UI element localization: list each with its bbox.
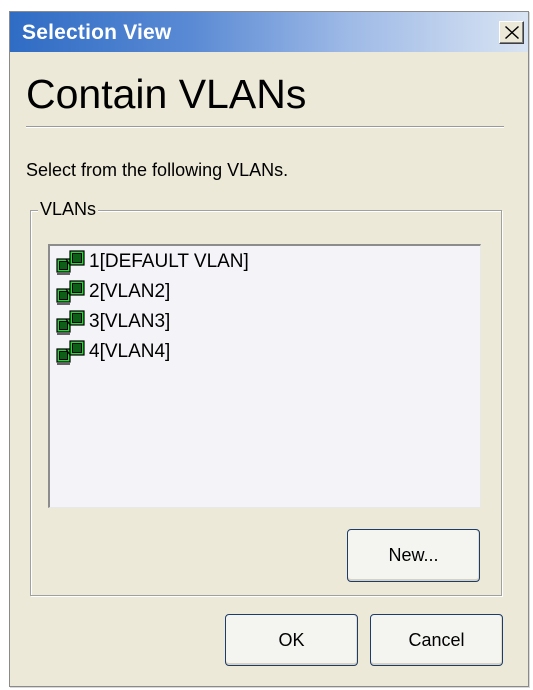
list-item[interactable]: 3[VLAN3]	[56, 307, 170, 337]
list-item[interactable]: 4[VLAN4]	[56, 337, 170, 367]
vlan-icon	[56, 280, 85, 305]
new-vlan-button[interactable]: New...	[347, 529, 480, 582]
page-title: Contain VLANs	[26, 71, 307, 117]
vlan-icon	[56, 340, 85, 365]
window-title: Selection View	[22, 21, 172, 44]
vlan-item-label: 1[DEFAULT VLAN]	[89, 251, 249, 272]
vlan-icon	[56, 310, 85, 335]
list-item[interactable]: 1[DEFAULT VLAN]	[56, 247, 249, 277]
instruction-text: Select from the following VLANs.	[26, 160, 289, 180]
vlan-listbox[interactable]: 1[DEFAULT VLAN] 2[VLAN2] 3[VLAN3] 4[VLAN…	[48, 244, 481, 508]
ok-button[interactable]: OK	[225, 614, 358, 666]
close-icon	[505, 26, 519, 39]
vlan-item-label: 4[VLAN4]	[89, 341, 171, 362]
vlan-icon	[56, 250, 85, 275]
list-item[interactable]: 2[VLAN2]	[56, 277, 170, 307]
vlan-item-label: 2[VLAN2]	[89, 281, 171, 302]
vlan-item-label: 3[VLAN3]	[89, 311, 171, 332]
vlans-group-legend: VLANs	[38, 199, 99, 220]
heading-divider	[26, 126, 504, 128]
close-button[interactable]	[499, 21, 524, 44]
cancel-button[interactable]: Cancel	[370, 614, 503, 666]
title-bar[interactable]: Selection View	[10, 12, 528, 52]
